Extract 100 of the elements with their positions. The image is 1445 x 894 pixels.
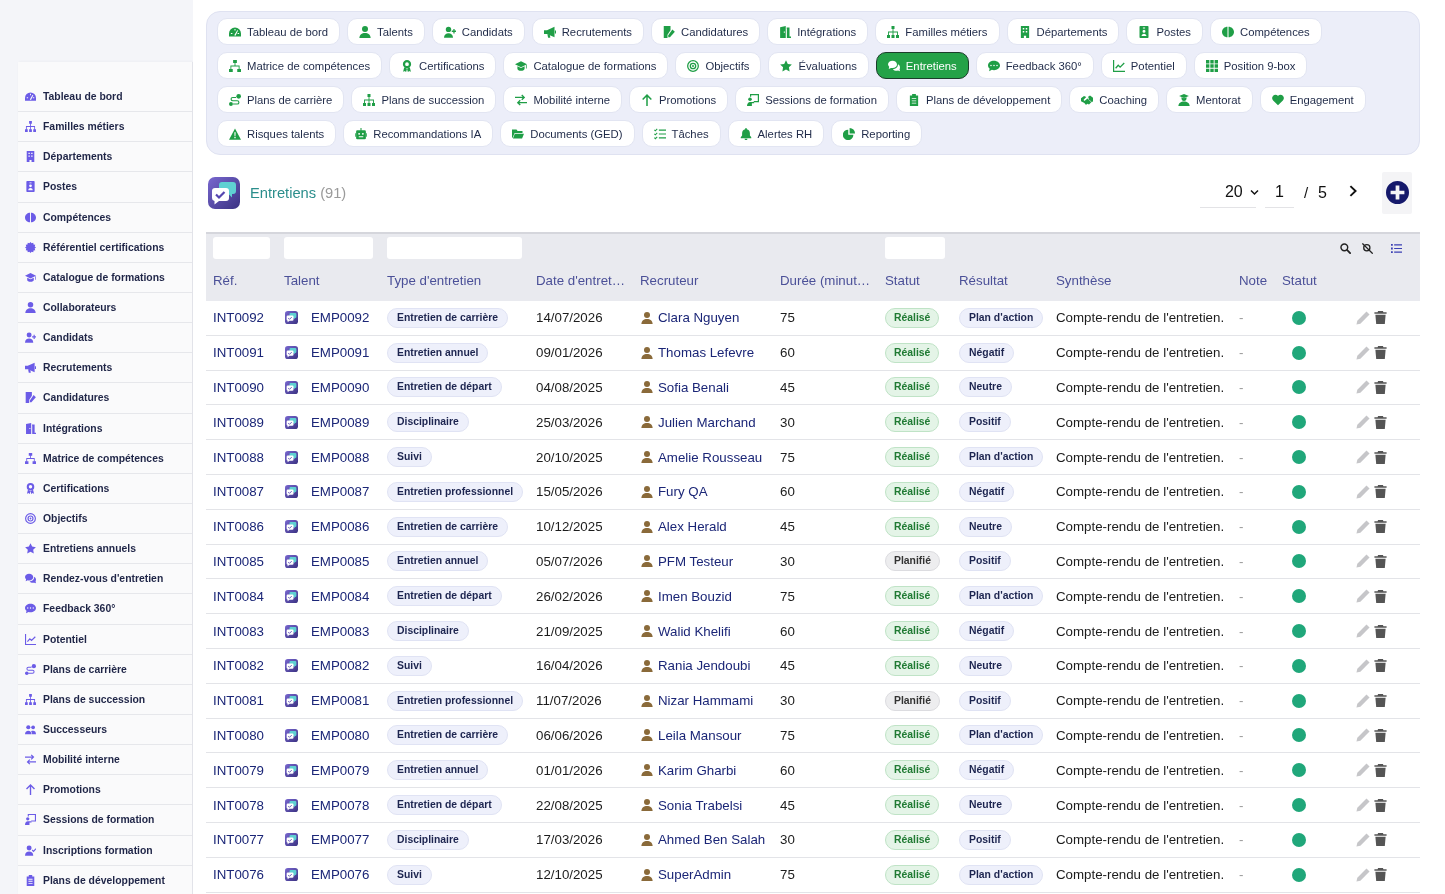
- recruiter-link[interactable]: Karim Gharbi: [658, 762, 737, 778]
- record-link[interactable]: INT0089: [213, 414, 264, 430]
- talent-link[interactable]: EMP0079: [311, 762, 370, 778]
- trash-icon[interactable]: [1374, 520, 1387, 534]
- sidebar-item[interactable]: Plans de succession: [18, 684, 192, 715]
- trash-icon[interactable]: [1374, 763, 1387, 777]
- recruiter-link[interactable]: Sonia Trabelsi: [658, 797, 743, 813]
- record-link[interactable]: INT0090: [213, 380, 264, 395]
- sidebar-item[interactable]: Référentiel certifications: [18, 232, 192, 263]
- talent-link[interactable]: EMP0084: [311, 588, 370, 604]
- nav-tab[interactable]: Engagement: [1259, 86, 1366, 113]
- recruiter-link[interactable]: Ahmed Ben Salah: [658, 832, 766, 848]
- record-link[interactable]: INT0081: [213, 693, 264, 709]
- nav-tab[interactable]: Catalogue de formations: [503, 52, 669, 79]
- nav-tab[interactable]: Plans de carrière: [217, 86, 345, 113]
- nav-tab[interactable]: Tâches: [641, 120, 721, 147]
- nav-tab[interactable]: Potentiel: [1100, 52, 1187, 79]
- sidebar-item[interactable]: Compétences: [18, 202, 192, 233]
- record-link[interactable]: INT0088: [213, 449, 264, 465]
- nav-tab[interactable]: Mentorat: [1166, 86, 1253, 113]
- recruiter-link[interactable]: Fury QA: [658, 484, 708, 500]
- talent-link[interactable]: EMP0088: [311, 449, 370, 465]
- trash-icon[interactable]: [1374, 415, 1387, 429]
- sidebar-item[interactable]: Mobilité interne: [18, 745, 192, 776]
- talent-link[interactable]: EMP0090: [311, 380, 370, 395]
- talent-link[interactable]: EMP0081: [311, 693, 370, 709]
- record-link[interactable]: INT0076: [213, 867, 264, 883]
- nav-tab[interactable]: Reporting: [831, 120, 923, 147]
- talent-link[interactable]: EMP0082: [311, 658, 370, 674]
- nav-tab[interactable]: Documents (GED): [500, 120, 635, 147]
- sidebar-item[interactable]: Recrutements: [18, 353, 192, 384]
- sidebar-item[interactable]: Rendez-vous d'entretien: [18, 564, 192, 595]
- nav-tab[interactable]: Plans de succession: [351, 86, 497, 113]
- talent-link[interactable]: EMP0091: [311, 345, 370, 361]
- sidebar-item[interactable]: Potentiel: [18, 624, 192, 655]
- nav-tab[interactable]: Matrice de compétences: [217, 52, 383, 79]
- trash-icon[interactable]: [1374, 485, 1387, 499]
- nav-tab[interactable]: Talents: [347, 18, 425, 45]
- sidebar-item[interactable]: Candidatures: [18, 383, 192, 414]
- trash-icon[interactable]: [1374, 833, 1387, 847]
- nav-tab[interactable]: Candidatures: [651, 18, 761, 45]
- sidebar-item[interactable]: Catalogue de formations: [18, 262, 192, 293]
- talent-link[interactable]: EMP0083: [311, 623, 370, 639]
- recruiter-link[interactable]: Imen Bouzid: [658, 588, 732, 604]
- sidebar-item[interactable]: Certifications: [18, 473, 192, 504]
- record-link[interactable]: INT0091: [213, 345, 264, 361]
- trash-icon[interactable]: [1374, 450, 1387, 464]
- nav-tab[interactable]: Postes: [1126, 18, 1203, 45]
- nav-tab[interactable]: Risques talents: [217, 120, 337, 147]
- nav-tab[interactable]: Alertes RH: [727, 120, 825, 147]
- sidebar-item[interactable]: Feedback 360°: [18, 594, 192, 625]
- recruiter-link[interactable]: Leila Mansour: [658, 727, 742, 743]
- nav-tab[interactable]: Intégrations: [767, 18, 869, 45]
- recruiter-link[interactable]: Nizar Hammami: [658, 693, 754, 709]
- sidebar-item[interactable]: Objectifs: [18, 503, 192, 535]
- trash-icon[interactable]: [1374, 381, 1387, 394]
- nav-tab[interactable]: Promotions: [629, 86, 729, 113]
- sidebar-item[interactable]: Collaborateurs: [18, 293, 192, 324]
- trash-icon[interactable]: [1374, 659, 1387, 673]
- nav-tab[interactable]: Compétences: [1210, 18, 1322, 45]
- nav-tab[interactable]: Recommandations IA: [343, 120, 494, 147]
- nav-tab[interactable]: Feedback 360°: [975, 52, 1094, 79]
- nav-tab[interactable]: Objectifs: [675, 52, 762, 79]
- nav-tab[interactable]: Départements: [1006, 18, 1120, 45]
- sidebar-item[interactable]: Successeurs: [18, 714, 192, 746]
- record-link[interactable]: INT0080: [213, 727, 264, 743]
- trash-icon[interactable]: [1374, 554, 1387, 568]
- talent-link[interactable]: EMP0078: [311, 797, 370, 813]
- trash-icon[interactable]: [1374, 624, 1387, 638]
- trash-icon[interactable]: [1374, 798, 1387, 812]
- talent-link[interactable]: EMP0089: [311, 414, 370, 430]
- nav-tab[interactable]: Évaluations: [768, 52, 869, 79]
- talent-link[interactable]: EMP0086: [311, 519, 370, 535]
- sidebar-item[interactable]: Postes: [18, 172, 192, 203]
- recruiter-link[interactable]: PFM Testeur: [658, 553, 734, 569]
- nav-tab[interactable]: Familles métiers: [875, 18, 1000, 45]
- sidebar-item[interactable]: Départements: [18, 142, 192, 173]
- trash-icon[interactable]: [1374, 694, 1387, 708]
- record-link[interactable]: INT0087: [213, 484, 264, 500]
- search-off-icon[interactable]: [1362, 242, 1373, 254]
- nav-tab[interactable]: Coaching: [1069, 86, 1160, 113]
- recruiter-link[interactable]: SuperAdmin: [658, 867, 732, 883]
- list-icon[interactable]: [1391, 242, 1402, 254]
- sidebar-item[interactable]: Familles métiers: [18, 112, 192, 143]
- trash-icon[interactable]: [1374, 589, 1387, 603]
- sidebar-item[interactable]: Sessions de formation: [18, 805, 192, 836]
- record-link[interactable]: INT0086: [213, 519, 264, 535]
- sidebar-item[interactable]: Entretiens annuels: [18, 534, 192, 565]
- nav-tab[interactable]: Position 9-box: [1193, 52, 1308, 79]
- recruiter-link[interactable]: Sofia Benali: [658, 380, 729, 395]
- record-link[interactable]: INT0079: [213, 762, 264, 778]
- nav-tab[interactable]: Candidats: [431, 18, 525, 45]
- sidebar-item[interactable]: Promotions: [18, 775, 192, 806]
- sidebar-item[interactable]: Candidats: [18, 323, 192, 354]
- nav-tab[interactable]: Mobilité interne: [503, 86, 622, 113]
- record-link[interactable]: INT0077: [213, 832, 264, 848]
- recruiter-link[interactable]: Clara Nguyen: [658, 310, 740, 326]
- talent-link[interactable]: EMP0087: [311, 484, 370, 500]
- talent-link[interactable]: EMP0076: [311, 867, 370, 883]
- page-size-select[interactable]: 20: [1199, 177, 1256, 208]
